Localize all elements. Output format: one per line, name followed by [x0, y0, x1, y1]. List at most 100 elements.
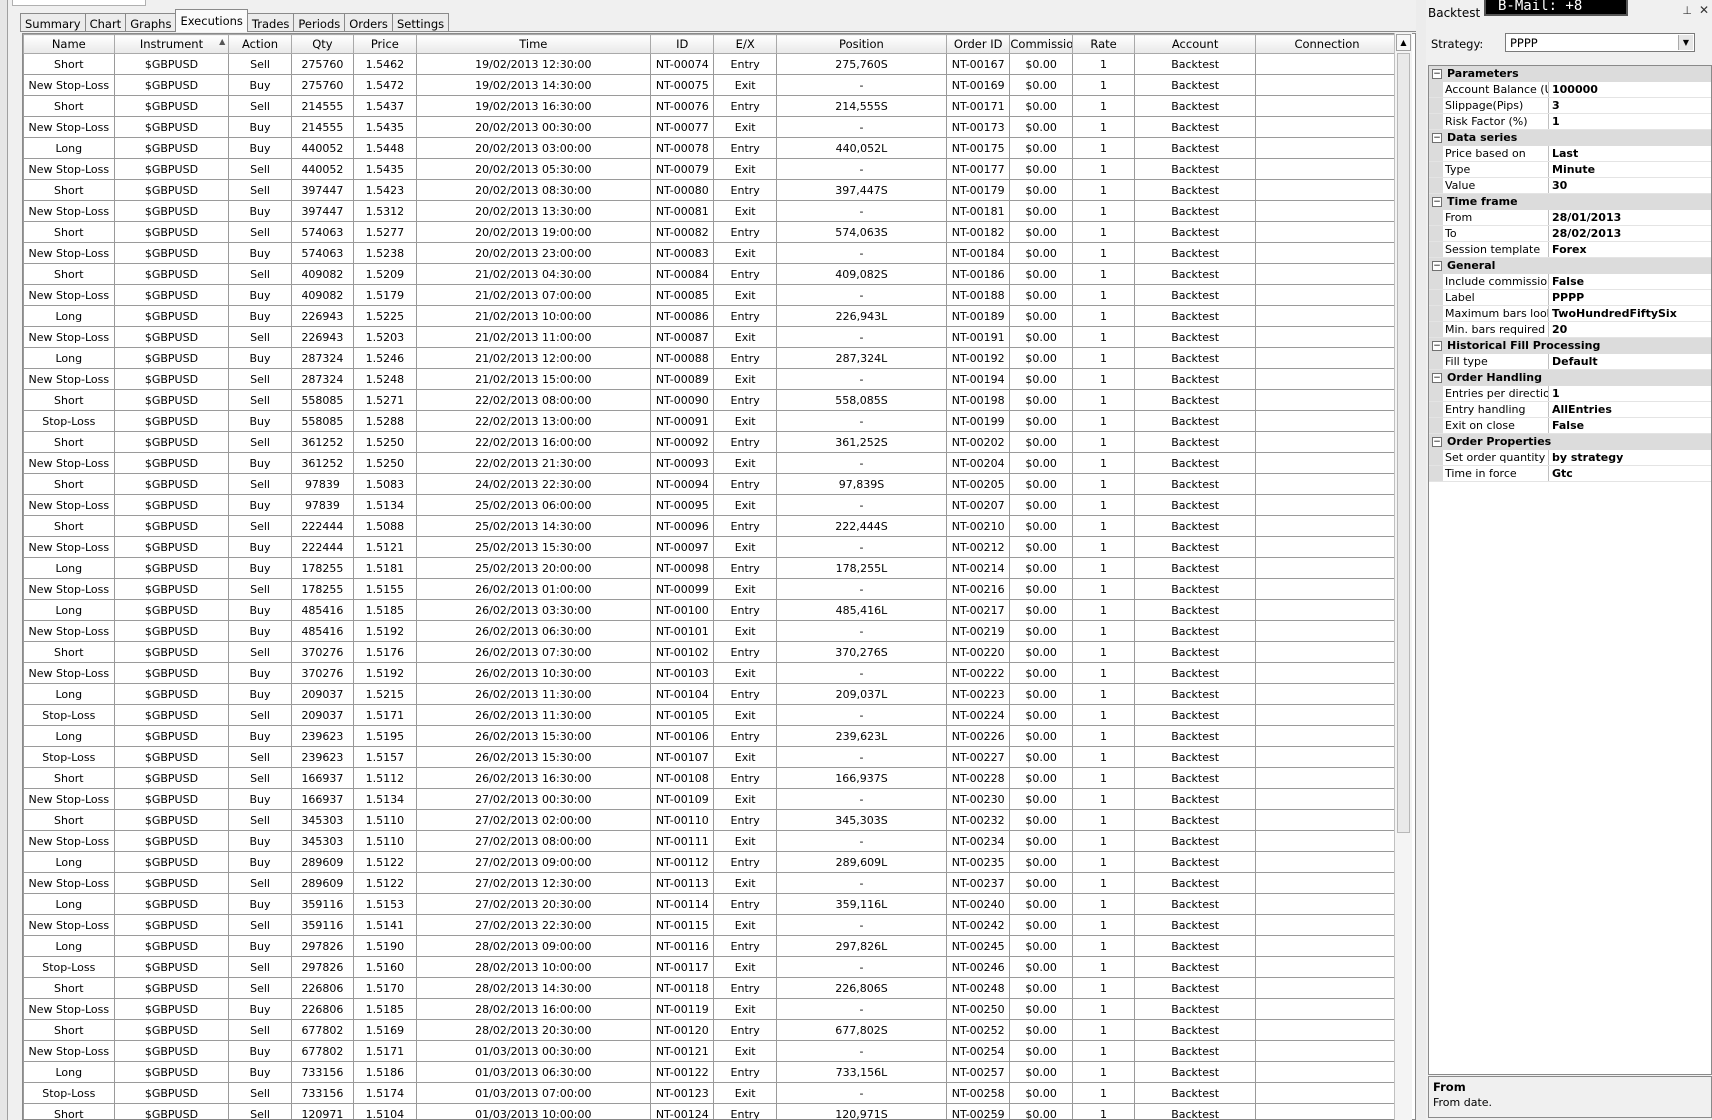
table-row[interactable]: Long $GBPUSD Buy 239623 1.5195 26/02/2013 15:… [23, 725, 1399, 747]
pin-icon[interactable]: ⊥ [1682, 4, 1692, 17]
property-value[interactable]: AllEntries [1549, 402, 1711, 417]
tab-settings[interactable]: Settings [391, 13, 450, 32]
table-row[interactable]: New Stop-Loss $GBPUSD Buy 677802 1.5171 01/03… [23, 1040, 1399, 1062]
table-row[interactable]: Short $GBPUSD Sell 226806 1.5170 28/02/2013 1… [23, 977, 1399, 999]
table-row[interactable]: Short $GBPUSD Sell 166937 1.5112 26/02/2013 1… [23, 767, 1399, 789]
tab-summary[interactable]: Summary [20, 13, 86, 32]
table-row[interactable]: Short $GBPUSD Sell 677802 1.5169 28/02/2013 2… [23, 1019, 1399, 1041]
column-header-qty[interactable]: Qty [290, 34, 355, 54]
column-header-e-x[interactable]: E/X [713, 34, 777, 54]
table-row[interactable]: New Stop-Loss $GBPUSD Buy 574063 1.5238 20/02… [23, 242, 1399, 264]
collapse-icon[interactable]: − [1432, 197, 1442, 207]
property-row[interactable]: Slippage(Pips) 3 [1429, 98, 1711, 114]
table-row[interactable]: Short $GBPUSD Sell 574063 1.5277 20/02/2013 1… [23, 221, 1399, 243]
property-value[interactable]: False [1549, 418, 1711, 433]
property-row[interactable]: Maximum bars look backTwoHundredFiftySix [1429, 306, 1711, 322]
table-row[interactable]: Short $GBPUSD Sell 409082 1.5209 21/02/2013 0… [23, 263, 1399, 285]
tab-executions[interactable]: Executions [175, 9, 248, 32]
table-row[interactable]: Stop-Loss $GBPUSD Sell 209037 1.5171 26/02/20… [23, 704, 1399, 726]
property-value[interactable]: 28/02/2013 [1549, 226, 1711, 241]
table-row[interactable]: Long $GBPUSD Buy 440052 1.5448 20/02/2013 03:… [23, 137, 1399, 159]
property-row[interactable]: Entries per direction 1 [1429, 386, 1711, 402]
category-parameters[interactable]: − Parameters [1429, 66, 1711, 82]
chevron-down-icon[interactable]: ▼ [1678, 35, 1693, 50]
category-order-handling[interactable]: − Order Handling [1429, 370, 1711, 386]
category-historical-fill-processing[interactable]: − Historical Fill Processing [1429, 338, 1711, 354]
tab-graphs[interactable]: Graphs [125, 13, 177, 32]
column-header-account[interactable]: Account [1134, 34, 1256, 54]
table-row[interactable]: New Stop-Loss $GBPUSD Buy 226806 1.5185 28/02… [23, 998, 1399, 1020]
table-row[interactable]: Short $GBPUSD Sell 214555 1.5437 19/02/2013 1… [23, 95, 1399, 117]
table-row[interactable]: New Stop-Loss $GBPUSD Buy 397447 1.5312 20/02… [23, 200, 1399, 222]
tab-trades[interactable]: Trades [246, 13, 295, 32]
table-row[interactable]: New Stop-Loss $GBPUSD Buy 97839 1.5134 25/02/… [23, 494, 1399, 516]
table-row[interactable]: New Stop-Loss $GBPUSD Buy 214555 1.5435 20/02… [23, 116, 1399, 138]
category-general[interactable]: − General [1429, 258, 1711, 274]
property-value[interactable]: TwoHundredFiftySix [1549, 306, 1711, 321]
table-row[interactable]: Long $GBPUSD Buy 485416 1.5185 26/02/2013 03:… [23, 599, 1399, 621]
scrollbar-thumb[interactable] [1397, 53, 1410, 833]
table-row[interactable]: Short $GBPUSD Sell 370276 1.5176 26/02/2013 0… [23, 641, 1399, 663]
column-header-id[interactable]: ID [650, 34, 715, 54]
property-value[interactable]: 20 [1549, 322, 1711, 337]
property-value[interactable]: Default [1549, 354, 1711, 369]
table-row[interactable]: New Stop-Loss $GBPUSD Buy 409082 1.5179 21/02… [23, 284, 1399, 306]
category-data-series[interactable]: − Data series [1429, 130, 1711, 146]
table-row[interactable]: Stop-Loss $GBPUSD Sell 239623 1.5157 26/02/20… [23, 746, 1399, 768]
property-row[interactable]: Time in force Gtc [1429, 466, 1711, 482]
table-row[interactable]: New Stop-Loss $GBPUSD Buy 345303 1.5110 27/02… [23, 830, 1399, 852]
column-header-connection[interactable]: Connection [1255, 34, 1399, 54]
table-row[interactable]: Short $GBPUSD Sell 397447 1.5423 20/02/2013 0… [23, 179, 1399, 201]
property-row[interactable]: Type Minute [1429, 162, 1711, 178]
collapse-icon[interactable]: − [1432, 69, 1442, 79]
strategy-select[interactable]: PPPP ▼ [1505, 33, 1695, 52]
panel-splitter[interactable] [1416, 0, 1426, 1120]
tab-orders[interactable]: Orders [344, 13, 393, 32]
property-row[interactable]: Entry handling AllEntries [1429, 402, 1711, 418]
table-row[interactable]: Long $GBPUSD Buy 226943 1.5225 21/02/2013 10:… [23, 305, 1399, 327]
table-row[interactable]: New Stop-Loss $GBPUSD Buy 370276 1.5192 26/02… [23, 662, 1399, 684]
table-row[interactable]: Short $GBPUSD Sell 120971 1.5104 01/03/2013 1… [23, 1103, 1399, 1119]
column-header-rate[interactable]: Rate [1071, 34, 1136, 54]
property-value[interactable]: 30 [1549, 178, 1711, 193]
property-row[interactable]: Value 30 [1429, 178, 1711, 194]
property-row[interactable]: Min. bars required 20 [1429, 322, 1711, 338]
column-header-position[interactable]: Position [775, 34, 948, 54]
property-value[interactable]: PPPP [1549, 290, 1711, 305]
tab-chart[interactable]: Chart [84, 13, 127, 32]
property-row[interactable]: Account Balance (USD)100000 [1429, 82, 1711, 98]
property-row[interactable]: Exit on close False [1429, 418, 1711, 434]
category-order-properties[interactable]: − Order Properties [1429, 434, 1711, 450]
property-value[interactable]: False [1549, 274, 1711, 289]
column-header-action[interactable]: Action [228, 34, 292, 54]
property-row[interactable]: To 28/02/2013 [1429, 226, 1711, 242]
scroll-up-icon[interactable]: ▲ [1396, 34, 1411, 51]
table-row[interactable]: Long $GBPUSD Buy 359116 1.5153 27/02/2013 20:… [23, 893, 1399, 915]
column-header-instrument[interactable]: Instrument ▲ [113, 34, 230, 54]
column-header-price[interactable]: Price [353, 34, 417, 54]
table-row[interactable]: Long $GBPUSD Buy 297826 1.5190 28/02/2013 09:… [23, 935, 1399, 957]
property-value[interactable]: Gtc [1549, 466, 1711, 481]
table-row[interactable]: Long $GBPUSD Buy 289609 1.5122 27/02/2013 09:… [23, 851, 1399, 873]
collapse-icon[interactable]: − [1432, 341, 1442, 351]
table-row[interactable]: New Stop-Loss $GBPUSD Sell 289609 1.5122 27/0… [23, 872, 1399, 894]
property-row[interactable]: Session template Forex [1429, 242, 1711, 258]
table-row[interactable]: Short $GBPUSD Sell 361252 1.5250 22/02/2013 1… [23, 431, 1399, 453]
close-icon[interactable]: ✕ [1699, 3, 1709, 17]
table-row[interactable]: New Stop-Loss $GBPUSD Buy 485416 1.5192 26/02… [23, 620, 1399, 642]
table-row[interactable]: New Stop-Loss $GBPUSD Sell 178255 1.5155 26/0… [23, 578, 1399, 600]
table-row[interactable]: New Stop-Loss $GBPUSD Buy 361252 1.5250 22/02… [23, 452, 1399, 474]
property-row[interactable]: From 28/01/2013 [1429, 210, 1711, 226]
property-row[interactable]: Fill type Default [1429, 354, 1711, 370]
table-row[interactable]: Short $GBPUSD Sell 275760 1.5462 19/02/2013 1… [23, 53, 1399, 75]
property-row[interactable]: Price based on Last [1429, 146, 1711, 162]
table-row[interactable]: New Stop-Loss $GBPUSD Sell 359116 1.5141 27/0… [23, 914, 1399, 936]
property-value[interactable]: 28/01/2013 [1549, 210, 1711, 225]
table-row[interactable]: New Stop-Loss $GBPUSD Buy 222444 1.5121 25/02… [23, 536, 1399, 558]
table-row[interactable]: Long $GBPUSD Buy 178255 1.5181 25/02/2013 20:… [23, 557, 1399, 579]
table-row[interactable]: New Stop-Loss $GBPUSD Sell 287324 1.5248 21/0… [23, 368, 1399, 390]
table-row[interactable]: Short $GBPUSD Sell 222444 1.5088 25/02/2013 1… [23, 515, 1399, 537]
property-value[interactable]: 1 [1549, 386, 1711, 401]
table-row[interactable]: Stop-Loss $GBPUSD Buy 558085 1.5288 22/02/201… [23, 410, 1399, 432]
table-row[interactable]: Short $GBPUSD Sell 558085 1.5271 22/02/2013 0… [23, 389, 1399, 411]
